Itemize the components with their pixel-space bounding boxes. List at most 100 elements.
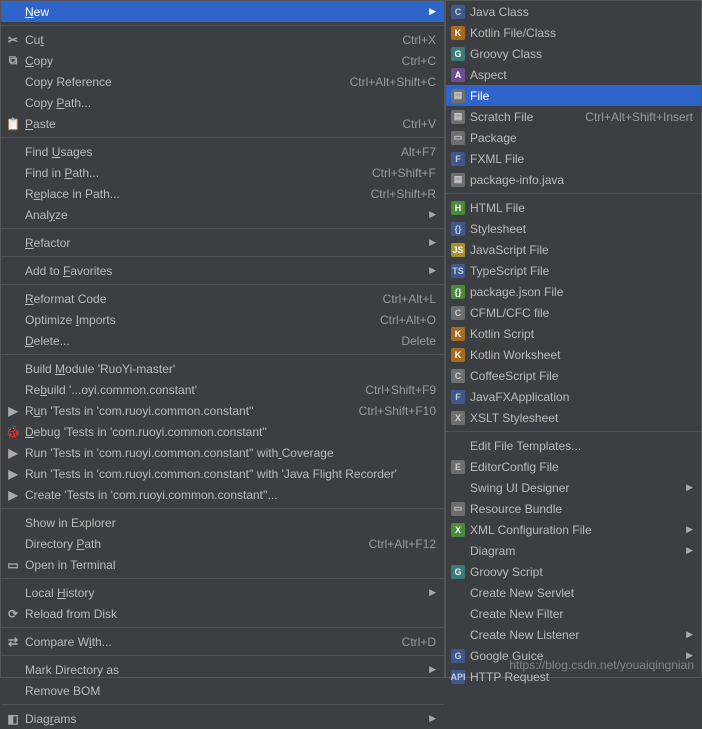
- submenu-arrow-icon: ▶: [686, 545, 693, 556]
- left-menu-item[interactable]: ▶Run 'Tests in 'com.ruoyi.common.constan…: [1, 442, 444, 463]
- left-menu-item[interactable]: ⟳Reload from Disk: [1, 603, 444, 624]
- right-menu-item[interactable]: ▤File: [446, 85, 701, 106]
- left-menu-item[interactable]: Find in Path...Ctrl+Shift+F: [1, 162, 444, 183]
- right-menu-item[interactable]: {}package.json File: [446, 281, 701, 302]
- left-menu-item[interactable]: Directory PathCtrl+Alt+F12: [1, 533, 444, 554]
- create-icon: ▶: [5, 487, 21, 503]
- menu-item-label: New: [25, 5, 423, 19]
- submenu-arrow-icon: ▶: [686, 524, 693, 535]
- menu-separator: [446, 431, 701, 432]
- left-menu-item[interactable]: ⇄Compare With...Ctrl+D: [1, 631, 444, 652]
- menu-item-label: JavaFXApplication: [470, 390, 693, 404]
- left-menu-item[interactable]: Analyze▶: [1, 204, 444, 225]
- left-menu-item[interactable]: Copy ReferenceCtrl+Alt+Shift+C: [1, 71, 444, 92]
- right-menu-item[interactable]: ▤package-info.java: [446, 169, 701, 190]
- left-menu-item[interactable]: Build Module 'RuoYi-master': [1, 358, 444, 379]
- left-menu-item[interactable]: Delete...Delete: [1, 330, 444, 351]
- right-menu-item[interactable]: KKotlin Script: [446, 323, 701, 344]
- menu-shortcut: Ctrl+V: [402, 117, 436, 131]
- menu-item-label: FXML File: [470, 152, 693, 166]
- right-menu-item[interactable]: Create New Filter: [446, 603, 701, 624]
- left-menu-item[interactable]: Local History▶: [1, 582, 444, 603]
- pkgjson-icon: {}: [450, 284, 466, 300]
- left-menu-item[interactable]: 🐞Debug 'Tests in 'com.ruoyi.common.const…: [1, 421, 444, 442]
- left-menu-item[interactable]: Reformat CodeCtrl+Alt+L: [1, 288, 444, 309]
- right-menu-item[interactable]: {} Stylesheet: [446, 218, 701, 239]
- menu-item-label: Groovy Class: [470, 47, 693, 61]
- right-menu-item[interactable]: XXML Configuration File▶: [446, 519, 701, 540]
- right-menu-item[interactable]: KKotlin File/Class: [446, 22, 701, 43]
- left-menu-item[interactable]: ⧉CopyCtrl+C: [1, 50, 444, 71]
- left-menu-item[interactable]: Show in Explorer: [1, 512, 444, 533]
- right-menu-item[interactable]: FFXML File: [446, 148, 701, 169]
- right-menu-item[interactable]: ▭Resource Bundle: [446, 498, 701, 519]
- left-menu-item[interactable]: Copy Path...: [1, 92, 444, 113]
- submenu-arrow-icon: ▶: [686, 650, 693, 661]
- right-menu-item[interactable]: Edit File Templates...: [446, 435, 701, 456]
- left-menu-item[interactable]: Replace in Path...Ctrl+Shift+R: [1, 183, 444, 204]
- left-menu-item[interactable]: 📋PasteCtrl+V: [1, 113, 444, 134]
- right-menu-item[interactable]: AAspect: [446, 64, 701, 85]
- menu-item-label: XML Configuration File: [470, 523, 680, 537]
- left-menu-item[interactable]: Rebuild '...oyi.common.constant'Ctrl+Shi…: [1, 379, 444, 400]
- left-menu-item[interactable]: ▶Create 'Tests in 'com.ruoyi.common.cons…: [1, 484, 444, 505]
- context-menu-main[interactable]: New▶✂CutCtrl+X⧉CopyCtrl+CCopy ReferenceC…: [0, 0, 445, 678]
- menu-shortcut: Delete: [401, 334, 436, 348]
- menu-item-label: Google Guice: [470, 649, 680, 663]
- http-icon: API: [450, 669, 466, 685]
- left-menu-item[interactable]: Optimize ImportsCtrl+Alt+O: [1, 309, 444, 330]
- menu-item-label: TypeScript File: [470, 264, 693, 278]
- submenu-arrow-icon: ▶: [429, 265, 436, 276]
- guice-icon: G: [450, 648, 466, 664]
- menu-separator: [1, 25, 444, 26]
- right-menu-item[interactable]: Create New Servlet: [446, 582, 701, 603]
- right-menu-item[interactable]: GGroovy Script: [446, 561, 701, 582]
- right-menu-item[interactable]: FJavaFXApplication: [446, 386, 701, 407]
- right-menu-item[interactable]: G Google Guice ▶: [446, 645, 701, 666]
- right-menu-item[interactable]: JSJavaScript File: [446, 239, 701, 260]
- right-menu-item[interactable]: TS TypeScript File: [446, 260, 701, 281]
- right-menu-item[interactable]: ▭Package: [446, 127, 701, 148]
- right-menu-item[interactable]: ▤Scratch FileCtrl+Alt+Shift+Insert: [446, 106, 701, 127]
- left-menu-item[interactable]: Find UsagesAlt+F7: [1, 141, 444, 162]
- menu-item-label: Reformat Code: [25, 292, 373, 306]
- run-icon: ▶: [5, 466, 21, 482]
- context-menu-new-submenu[interactable]: CJava ClassKKotlin File/ClassGGroovy Cla…: [445, 0, 702, 678]
- left-menu-item[interactable]: ▶Run 'Tests in 'com.ruoyi.common.constan…: [1, 400, 444, 421]
- right-menu-item[interactable]: CCFML/CFC file: [446, 302, 701, 323]
- menu-item-label: Analyze: [25, 208, 423, 222]
- right-menu-item[interactable]: XXSLT Stylesheet: [446, 407, 701, 428]
- pkginfo-icon: ▤: [450, 172, 466, 188]
- right-menu-item[interactable]: Create New Listener▶: [446, 624, 701, 645]
- left-menu-item[interactable]: New▶: [1, 1, 444, 22]
- menu-item-label: EditorConfig File: [470, 460, 693, 474]
- right-menu-item[interactable]: Swing UI Designer▶: [446, 477, 701, 498]
- menu-shortcut: Ctrl+C: [402, 54, 436, 68]
- right-menu-item[interactable]: EEditorConfig File: [446, 456, 701, 477]
- left-menu-item[interactable]: ✂CutCtrl+X: [1, 29, 444, 50]
- compare-icon: ⇄: [5, 634, 21, 650]
- right-menu-item[interactable]: GGroovy Class: [446, 43, 701, 64]
- left-menu-item[interactable]: Remove BOM: [1, 680, 444, 701]
- right-menu-item[interactable]: KKotlin Worksheet: [446, 344, 701, 365]
- blank-icon: [5, 536, 21, 552]
- left-menu-item[interactable]: ▭Open in Terminal: [1, 554, 444, 575]
- left-menu-item[interactable]: Refactor▶: [1, 232, 444, 253]
- right-menu-item[interactable]: CCoffeeScript File: [446, 365, 701, 386]
- right-menu-item[interactable]: HHTML File: [446, 197, 701, 218]
- right-menu-item[interactable]: CJava Class: [446, 1, 701, 22]
- menu-item-label: HTTP Request: [470, 670, 693, 684]
- blank-icon: [450, 543, 466, 559]
- left-menu-item[interactable]: Add to Favorites▶: [1, 260, 444, 281]
- css-icon: {}: [450, 221, 466, 237]
- right-menu-item[interactable]: API HTTP Request: [446, 666, 701, 687]
- right-menu-item[interactable]: Diagram▶: [446, 540, 701, 561]
- left-menu-item[interactable]: ◧Diagrams▶: [1, 708, 444, 729]
- left-menu-item[interactable]: ▶Run 'Tests in 'com.ruoyi.common.constan…: [1, 463, 444, 484]
- ts-icon: TS: [450, 263, 466, 279]
- cfml-icon: C: [450, 305, 466, 321]
- menu-separator: [1, 704, 444, 705]
- menu-item-label: Find Usages: [25, 145, 391, 159]
- menu-item-label: Stylesheet: [470, 222, 693, 236]
- left-menu-item[interactable]: Mark Directory as▶: [1, 659, 444, 680]
